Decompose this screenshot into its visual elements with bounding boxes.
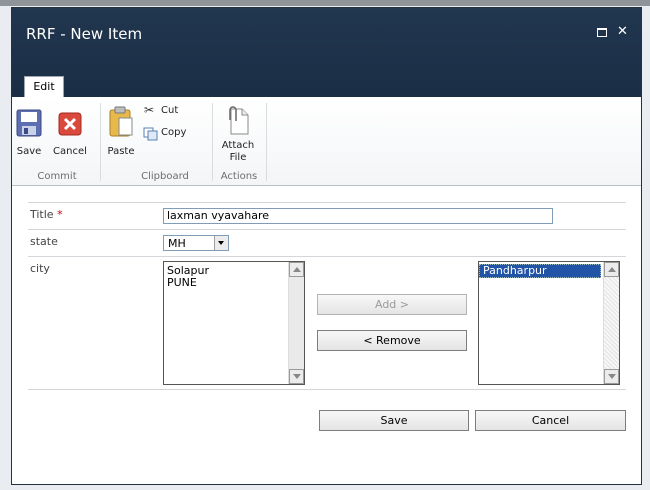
ribbon: Save Cancel Commit Paste ✂ Cut Copy Clip… xyxy=(12,97,641,186)
dialog-title-bar: RRF - New Item ✕ Edit xyxy=(12,8,641,97)
close-icon[interactable]: ✕ xyxy=(617,25,628,38)
state-field-label: state xyxy=(30,235,58,248)
copy-button[interactable]: Copy xyxy=(142,126,192,142)
cut-button[interactable]: ✂ Cut xyxy=(142,103,186,120)
state-selected-value: MH xyxy=(168,237,186,250)
paste-button[interactable]: Paste xyxy=(106,105,136,163)
list-item[interactable]: Pandharpur xyxy=(479,264,601,278)
new-item-dialog: RRF - New Item ✕ Edit Save Cancel Commit xyxy=(11,7,642,485)
maximize-icon[interactable] xyxy=(597,28,607,37)
group-label-actions: Actions xyxy=(220,171,258,182)
group-label-clipboard: Clipboard xyxy=(141,171,189,182)
scroll-up-icon[interactable] xyxy=(604,262,619,277)
tab-edit[interactable]: Edit xyxy=(24,76,64,97)
scroll-up-icon[interactable] xyxy=(289,262,304,277)
ribbon-separator xyxy=(100,103,101,181)
vertical-scrollbar[interactable] xyxy=(603,262,619,384)
available-cities-list[interactable]: Solapur PUNE xyxy=(163,261,305,385)
save-button[interactable]: Save xyxy=(319,410,469,431)
paste-label: Paste xyxy=(107,146,135,157)
cancel-button[interactable]: Cancel xyxy=(475,410,626,431)
vertical-scrollbar[interactable] xyxy=(288,262,304,384)
attach-file-button[interactable]: Attach File xyxy=(218,105,258,167)
form-bottom-border xyxy=(28,389,626,390)
add-button[interactable]: Add > xyxy=(317,294,467,315)
title-label-text: Title xyxy=(30,208,54,221)
save-ribbon-button[interactable]: Save xyxy=(14,105,44,163)
copy-label: Copy xyxy=(161,127,187,138)
cut-icon: ✂ xyxy=(144,103,155,117)
scroll-down-icon[interactable] xyxy=(604,369,619,384)
attach-file-label-line2: File xyxy=(229,152,247,163)
page-backdrop xyxy=(0,0,650,6)
cut-label: Cut xyxy=(161,105,179,116)
list-item[interactable]: PUNE xyxy=(164,277,304,289)
row-divider xyxy=(28,229,626,230)
cancel-ribbon-label: Cancel xyxy=(53,146,87,157)
group-label-commit: Commit xyxy=(37,171,77,182)
dialog-title: RRF - New Item xyxy=(26,25,143,43)
save-ribbon-label: Save xyxy=(16,146,42,157)
ribbon-separator xyxy=(266,103,267,181)
selected-cities-list[interactable]: Pandharpur xyxy=(478,261,620,385)
cancel-ribbon-button[interactable]: Cancel xyxy=(50,105,90,163)
title-field-label: Title * xyxy=(30,208,63,221)
ribbon-separator xyxy=(212,103,213,181)
chevron-down-icon[interactable] xyxy=(214,236,228,250)
paste-icon xyxy=(109,106,133,137)
attach-file-icon xyxy=(229,106,249,135)
row-divider xyxy=(28,256,626,257)
cancel-icon xyxy=(58,112,82,136)
state-select[interactable]: MH xyxy=(163,235,229,251)
copy-icon xyxy=(143,127,158,141)
required-marker: * xyxy=(57,208,63,221)
title-input[interactable]: laxman vyavahare xyxy=(163,208,553,224)
form-top-border xyxy=(28,202,626,203)
save-icon xyxy=(16,109,42,137)
remove-button[interactable]: < Remove xyxy=(317,330,467,351)
scroll-down-icon[interactable] xyxy=(289,369,304,384)
attach-file-label-line1: Attach xyxy=(221,140,255,151)
city-field-label: city xyxy=(30,262,50,275)
